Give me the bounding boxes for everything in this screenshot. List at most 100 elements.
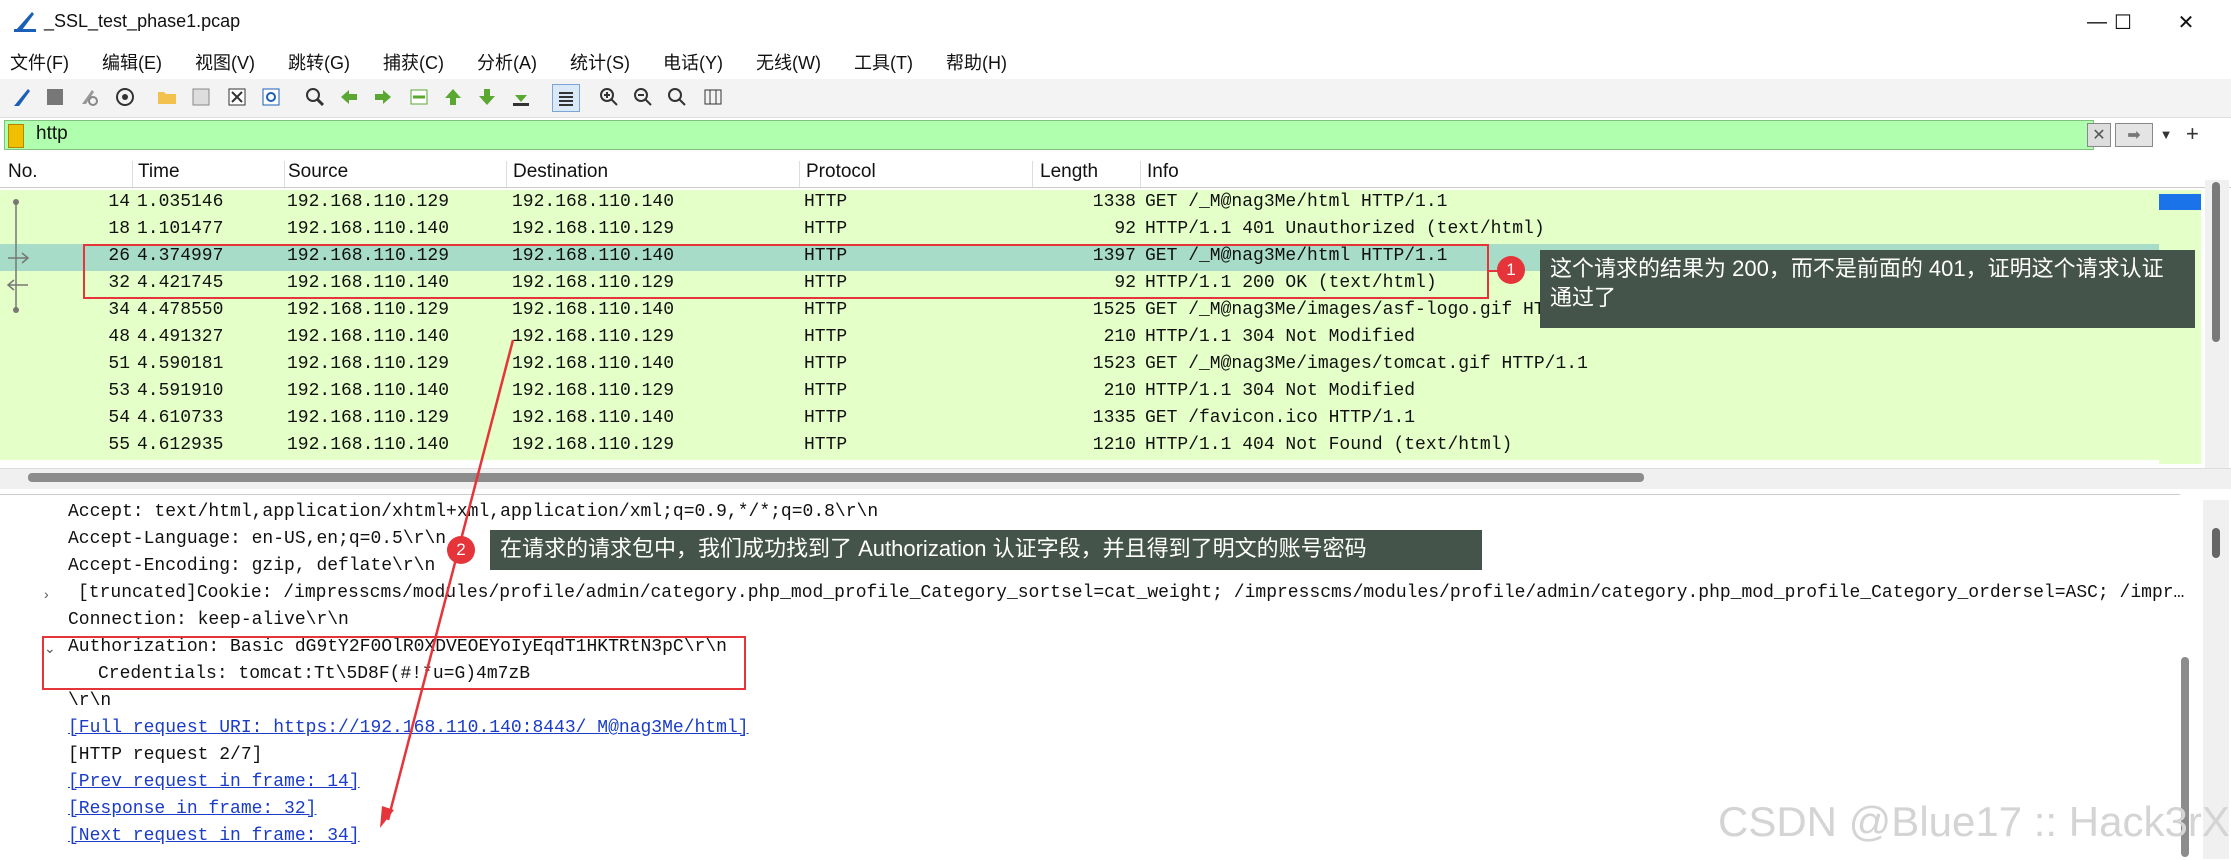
packet-source: 192.168.110.140 — [287, 327, 450, 347]
packet-protocol: HTTP — [804, 327, 848, 347]
packet-destination: 192.168.110.129 — [512, 327, 675, 347]
main-toolbar — [0, 79, 2231, 118]
go-to-icon[interactable] — [406, 84, 432, 110]
stop-icon[interactable] — [42, 84, 68, 110]
save-icon[interactable] — [188, 84, 214, 110]
open-icon[interactable] — [154, 84, 180, 110]
packet-no: 51 — [108, 354, 130, 374]
close-button[interactable]: ✕ — [2163, 6, 2209, 38]
packet-info: HTTP/1.1 404 Not Found (text/html) — [1145, 435, 1513, 455]
filter-input[interactable]: http — [36, 123, 68, 145]
packet-row[interactable]: 51 4.590181 192.168.110.129 192.168.110.… — [0, 352, 2160, 379]
packet-row[interactable]: 14 1.035146 192.168.110.129 192.168.110.… — [0, 190, 2160, 217]
packet-destination: 192.168.110.140 — [512, 300, 675, 320]
column-no[interactable]: No. — [8, 161, 133, 187]
menu-telephony[interactable]: 电话(Y) — [659, 49, 727, 75]
menu-view[interactable]: 视图(V) — [191, 49, 259, 75]
colorize-icon[interactable] — [552, 84, 580, 112]
column-source[interactable]: Source — [288, 161, 507, 187]
packet-time: 1.101477 — [137, 219, 224, 239]
watermark: CSDN @Blue17 :: Hack3rX — [1718, 798, 2230, 845]
menu-help[interactable]: 帮助(H) — [942, 49, 1011, 75]
full-request-uri-link[interactable]: [Full request URI: https://192.168.110.1… — [68, 718, 749, 738]
bookmark-icon[interactable] — [8, 124, 24, 148]
menu-wireless[interactable]: 无线(W) — [752, 49, 825, 75]
packet-row[interactable]: 48 4.491327 192.168.110.140 192.168.110.… — [0, 325, 2160, 352]
packet-row[interactable]: 54 4.610733 192.168.110.129 192.168.110.… — [0, 406, 2160, 433]
restart-icon[interactable] — [76, 84, 102, 110]
wireshark-logo-icon — [14, 12, 36, 32]
packet-row[interactable]: 53 4.591910 192.168.110.140 192.168.110.… — [0, 379, 2160, 406]
packet-info: GET /_M@nag3Me/images/tomcat.gif HTTP/1.… — [1145, 354, 1588, 374]
add-filter-icon[interactable]: + — [2186, 121, 2199, 147]
packet-row[interactable]: 18 1.101477 192.168.110.140 192.168.110.… — [0, 217, 2160, 244]
chevron-right-icon[interactable]: › — [44, 586, 49, 602]
detail-line[interactable]: [HTTP request 2/7] — [68, 745, 262, 765]
packet-protocol: HTTP — [804, 435, 848, 455]
zoom-in-icon[interactable] — [596, 84, 622, 110]
packet-no: 54 — [108, 408, 130, 428]
detail-line[interactable]: Connection: keep-alive\r\n — [68, 610, 349, 630]
options-icon[interactable] — [112, 84, 138, 110]
detail-line[interactable]: Accept-Language: en-US,en;q=0.5\r\n — [68, 529, 446, 549]
packet-time: 4.491327 — [137, 327, 224, 347]
shark-fin-icon[interactable] — [10, 84, 36, 110]
packet-info: HTTP/1.1 304 Not Modified — [1145, 381, 1416, 401]
menu-tools[interactable]: 工具(T) — [850, 49, 917, 75]
autoscroll-icon[interactable] — [508, 84, 534, 110]
packet-no: 14 — [108, 192, 130, 212]
next-request-link[interactable]: [Next request in frame: 34] — [68, 826, 360, 846]
column-protocol[interactable]: Protocol — [806, 161, 1033, 187]
packet-info: HTTP/1.1 401 Unauthorized (text/html) — [1145, 219, 1545, 239]
chevron-down-icon[interactable]: ▼ — [2155, 123, 2177, 145]
menu-capture[interactable]: 捕获(C) — [379, 49, 448, 75]
menu-go[interactable]: 跳转(G) — [284, 49, 354, 75]
resize-columns-icon[interactable] — [700, 84, 726, 110]
details-scroll-thumb[interactable] — [2212, 528, 2220, 558]
detail-line[interactable]: \r\n — [68, 691, 111, 711]
column-destination[interactable]: Destination — [513, 161, 800, 187]
column-time[interactable]: Time — [138, 161, 285, 187]
column-length[interactable]: Length — [1040, 161, 1141, 187]
packet-row[interactable]: 55 4.612935 192.168.110.140 192.168.110.… — [0, 433, 2160, 460]
horizontal-scroll-thumb[interactable] — [28, 473, 1644, 482]
close-file-icon[interactable] — [224, 84, 250, 110]
menu-analyze[interactable]: 分析(A) — [473, 49, 541, 75]
forward-icon[interactable] — [370, 84, 396, 110]
maximize-button[interactable]: ☐ — [2100, 6, 2146, 38]
clear-filter-icon[interactable]: ✕ — [2087, 123, 2111, 147]
prev-request-link[interactable]: [Prev request in frame: 14] — [68, 772, 360, 792]
packet-list-header: No. Time Source Destination Protocol Len… — [0, 155, 2231, 188]
packet-info: GET /_M@nag3Me/html HTTP/1.1 — [1145, 192, 1448, 212]
response-link[interactable]: [Response in frame: 32] — [68, 799, 316, 819]
back-icon[interactable] — [336, 84, 362, 110]
packet-protocol: HTTP — [804, 219, 848, 239]
packet-length: 1210 — [1092, 435, 1136, 455]
zoom-out-icon[interactable] — [630, 84, 656, 110]
packet-protocol: HTTP — [804, 192, 848, 212]
column-info[interactable]: Info — [1147, 161, 2147, 187]
packet-list-scroll-thumb[interactable] — [2212, 182, 2220, 342]
zoom-reset-icon[interactable] — [664, 84, 690, 110]
detail-line[interactable]: Accept: text/html,application/xhtml+xml,… — [68, 502, 878, 522]
packet-source: 192.168.110.129 — [287, 408, 450, 428]
display-filter-bar[interactable] — [4, 120, 2094, 150]
menu-statistics[interactable]: 统计(S) — [566, 49, 634, 75]
packet-length: 1523 — [1092, 354, 1136, 374]
reload-icon[interactable] — [258, 84, 284, 110]
packet-source: 192.168.110.129 — [287, 300, 450, 320]
packet-time: 4.610733 — [137, 408, 224, 428]
annotation-callout-1: 这个请求的结果为 200，而不是前面的 401，证明这个请求认证通过了 — [1540, 250, 2195, 328]
apply-filter-icon[interactable]: ➡ — [2115, 123, 2153, 147]
detail-line[interactable]: Accept-Encoding: gzip, deflate\r\n — [68, 556, 435, 576]
find-icon[interactable] — [302, 84, 328, 110]
last-icon[interactable] — [474, 84, 500, 110]
menu-bar: 文件(F) 编辑(E) 视图(V) 跳转(G) 捕获(C) 分析(A) 统计(S… — [0, 44, 2231, 79]
packet-info: GET /favicon.ico HTTP/1.1 — [1145, 408, 1416, 428]
menu-file[interactable]: 文件(F) — [6, 49, 73, 75]
packet-length: 1525 — [1092, 300, 1136, 320]
annotation-callout-2: 在请求的请求包中，我们成功找到了 Authorization 认证字段，并且得到… — [490, 530, 1482, 570]
first-icon[interactable] — [440, 84, 466, 110]
detail-line-cookie[interactable]: [truncated]Cookie: /impresscms/modules/p… — [78, 583, 2184, 603]
menu-edit[interactable]: 编辑(E) — [98, 49, 166, 75]
